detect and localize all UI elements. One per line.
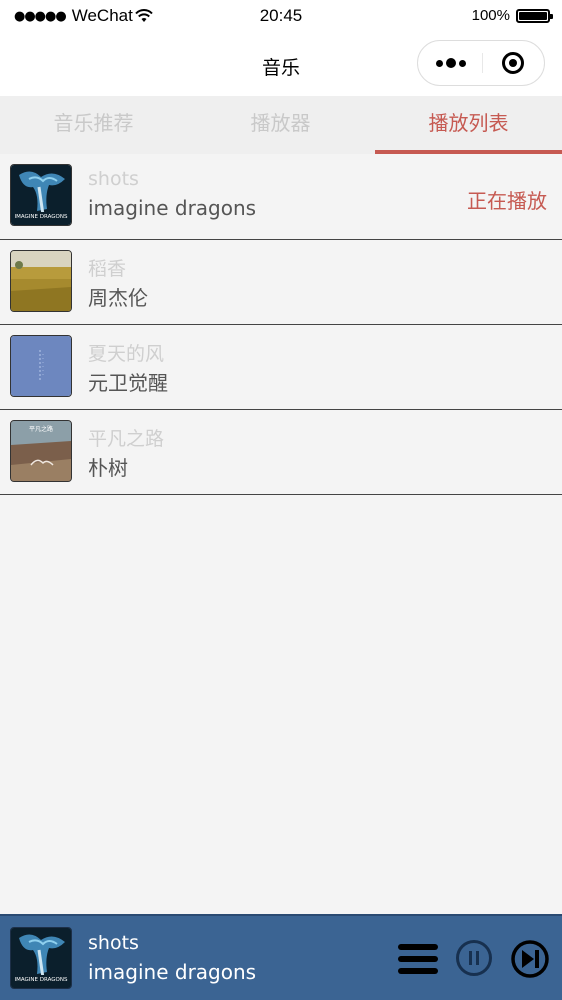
- tab-player[interactable]: 播放器: [187, 96, 374, 154]
- mini-program-capsule: [417, 40, 545, 86]
- player-song-artist: imagine dragons: [88, 960, 257, 984]
- tab-music-recommend[interactable]: 音乐推荐: [0, 96, 187, 154]
- song-title: 夏天的风: [88, 343, 165, 365]
- svg-text:IMAGINE DRAGONS: IMAGINE DRAGONS: [15, 214, 68, 220]
- album-cover: [10, 335, 72, 397]
- svg-text:平凡之路: 平凡之路: [29, 425, 53, 433]
- song-artist: 元卫觉醒: [88, 371, 168, 395]
- song-title: 平凡之路: [88, 428, 165, 450]
- status-bar: ●●●●● WeChat 20:45 100%: [0, 0, 562, 34]
- more-options-icon[interactable]: [432, 49, 470, 77]
- svg-text:IMAGINE DRAGONS: IMAGINE DRAGONS: [15, 977, 68, 983]
- pause-icon[interactable]: [455, 939, 493, 977]
- album-cover: 平凡之路: [10, 420, 72, 482]
- battery-percent: 100%: [471, 7, 510, 24]
- song-title: 稻香: [88, 258, 127, 280]
- album-cover: IMAGINE DRAGONS: [10, 164, 72, 226]
- next-track-icon[interactable]: [510, 939, 550, 979]
- close-mini-program-icon[interactable]: [502, 52, 524, 74]
- mini-player[interactable]: IMAGINE DRAGONS shots imagine dragons: [0, 914, 562, 1000]
- song-artist: imagine dragons: [88, 196, 257, 220]
- album-cover: [10, 250, 72, 312]
- battery-icon: [516, 8, 553, 23]
- playlist: IMAGINE DRAGONS shots imagine dragons 正在…: [0, 154, 562, 495]
- list-item[interactable]: 夏天的风 元卫觉醒: [0, 325, 562, 410]
- tab-playlist[interactable]: 播放列表: [375, 96, 562, 154]
- list-item[interactable]: 稻香 周杰伦: [0, 240, 562, 325]
- list-item[interactable]: 平凡之路 平凡之路 朴树: [0, 410, 562, 495]
- player-song-title: shots: [88, 932, 139, 954]
- song-artist: 朴树: [88, 456, 128, 480]
- song-title: shots: [88, 168, 139, 190]
- tab-bar: 音乐推荐 播放器 播放列表: [0, 96, 562, 154]
- song-artist: 周杰伦: [88, 286, 148, 310]
- status-right: 100%: [471, 7, 553, 24]
- player-album-cover: IMAGINE DRAGONS: [10, 927, 72, 989]
- playlist-menu-icon[interactable]: [398, 944, 438, 974]
- nav-bar: 音乐: [0, 34, 562, 96]
- now-playing-label: 正在播放: [467, 189, 547, 213]
- capsule-divider: [482, 53, 483, 73]
- list-item[interactable]: IMAGINE DRAGONS shots imagine dragons 正在…: [0, 154, 562, 240]
